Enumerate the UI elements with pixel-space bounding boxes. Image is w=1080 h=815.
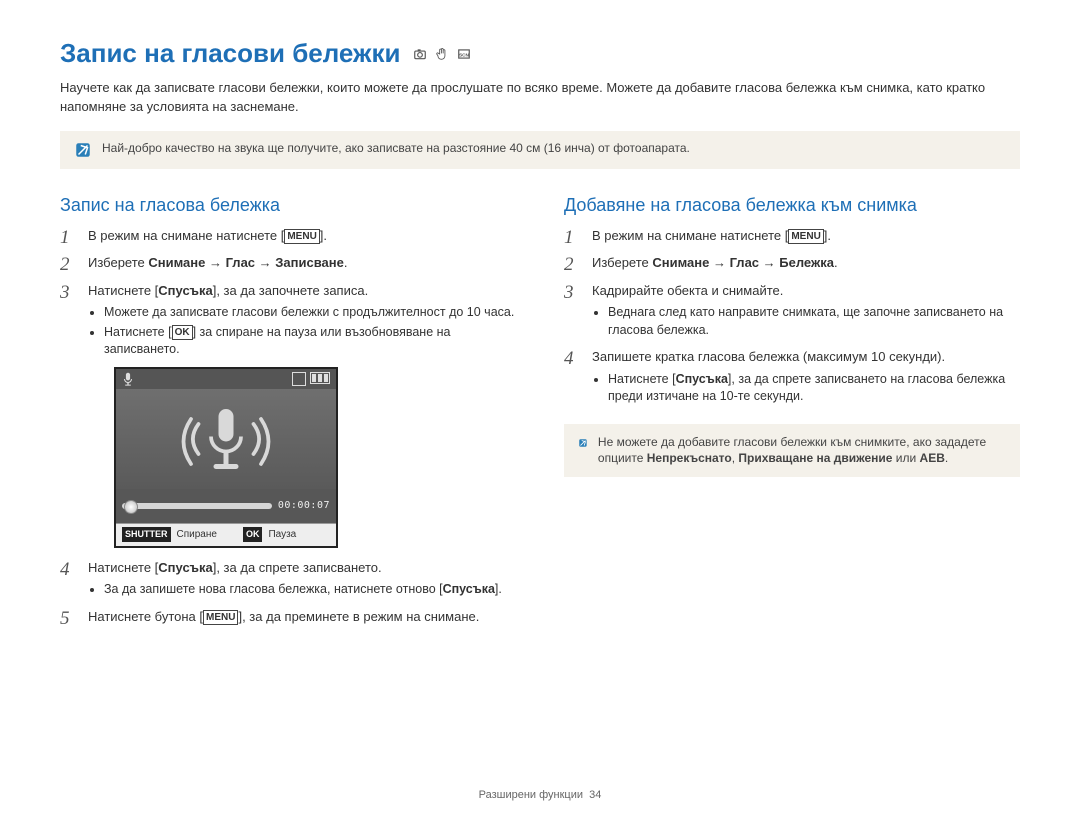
left-step-4: Натиснете [Спусъка], за да спрете записв… [60,558,516,599]
pause-label: Пауза [268,527,296,542]
left-step-3-bullet-1: Можете да записвате гласови бележки с пр… [104,304,516,322]
intro-text: Научете как да записвате гласови бележки… [60,79,1020,117]
right-step-2: Изберете Снимане → Глас → Бележка. [564,253,1020,273]
left-step-3-bullet-2: Натиснете [OK] за спиране на пауза или в… [104,324,516,359]
left-step-3: Натиснете [Спусъка], за да започнете зап… [60,281,516,548]
stop-label: Спиране [177,527,217,542]
right-step-3: Кадрирайте обекта и снимайте. Веднага сл… [564,281,1020,340]
hand-icon [434,47,450,61]
right-step-1: В режим на снимане натиснете [MENU]. [564,226,1020,246]
left-step-4-bullet: За да запишете нова гласова бележка, нат… [104,581,516,599]
mic-small-icon [122,372,134,386]
battery-icon [310,372,330,384]
right-step-3-bullet: Веднага след като направите снимката, ще… [608,304,1020,339]
left-heading: Запис на гласова бележка [60,195,516,216]
progress-bar [122,503,272,509]
storage-icon [292,372,306,386]
right-step-4: Запишете кратка гласова бележка (максиму… [564,347,1020,406]
right-column: Добавяне на гласова бележка към снимка В… [564,195,1020,635]
right-step-4-bullet: Натиснете [Спусъка], за да спрете записв… [608,371,1020,406]
menu-button-icon: MENU [203,610,238,625]
left-step-1: В режим на снимане натиснете [MENU]. [60,226,516,246]
shutter-tag: SHUTTER [122,527,171,543]
timecode: 00:00:07 [278,498,330,513]
mode-icons [412,47,472,61]
mic-icon [171,399,281,479]
page-title: Запис на гласови бележки [60,38,400,69]
right-note: Не можете да добавите гласови бележки къ… [564,424,1020,478]
menu-button-icon: MENU [284,229,319,244]
ok-button-icon: OK [172,325,193,340]
ok-tag: OK [243,527,263,543]
left-step-2: Изберете Снимане → Глас → Записване. [60,253,516,273]
note-icon [578,434,588,452]
scene-icon [456,47,472,61]
camera-icon [412,47,428,61]
left-step-5: Натиснете бутона [MENU], за да преминете… [60,607,516,627]
right-note-text: Не можете да добавите гласови бележки къ… [598,434,1006,468]
menu-button-icon: MENU [788,229,823,244]
lcd-preview: 00:00:07 SHUTTER Спиране OK Пауза [114,367,338,548]
right-heading: Добавяне на гласова бележка към снимка [564,195,1020,216]
left-column: Запис на гласова бележка В режим на сним… [60,195,516,635]
top-note: Най-добро качество на звука ще получите,… [60,131,1020,169]
page-footer: Разширени функции 34 [0,789,1080,801]
top-note-text: Най-добро качество на звука ще получите,… [102,141,690,155]
note-icon [74,141,92,159]
